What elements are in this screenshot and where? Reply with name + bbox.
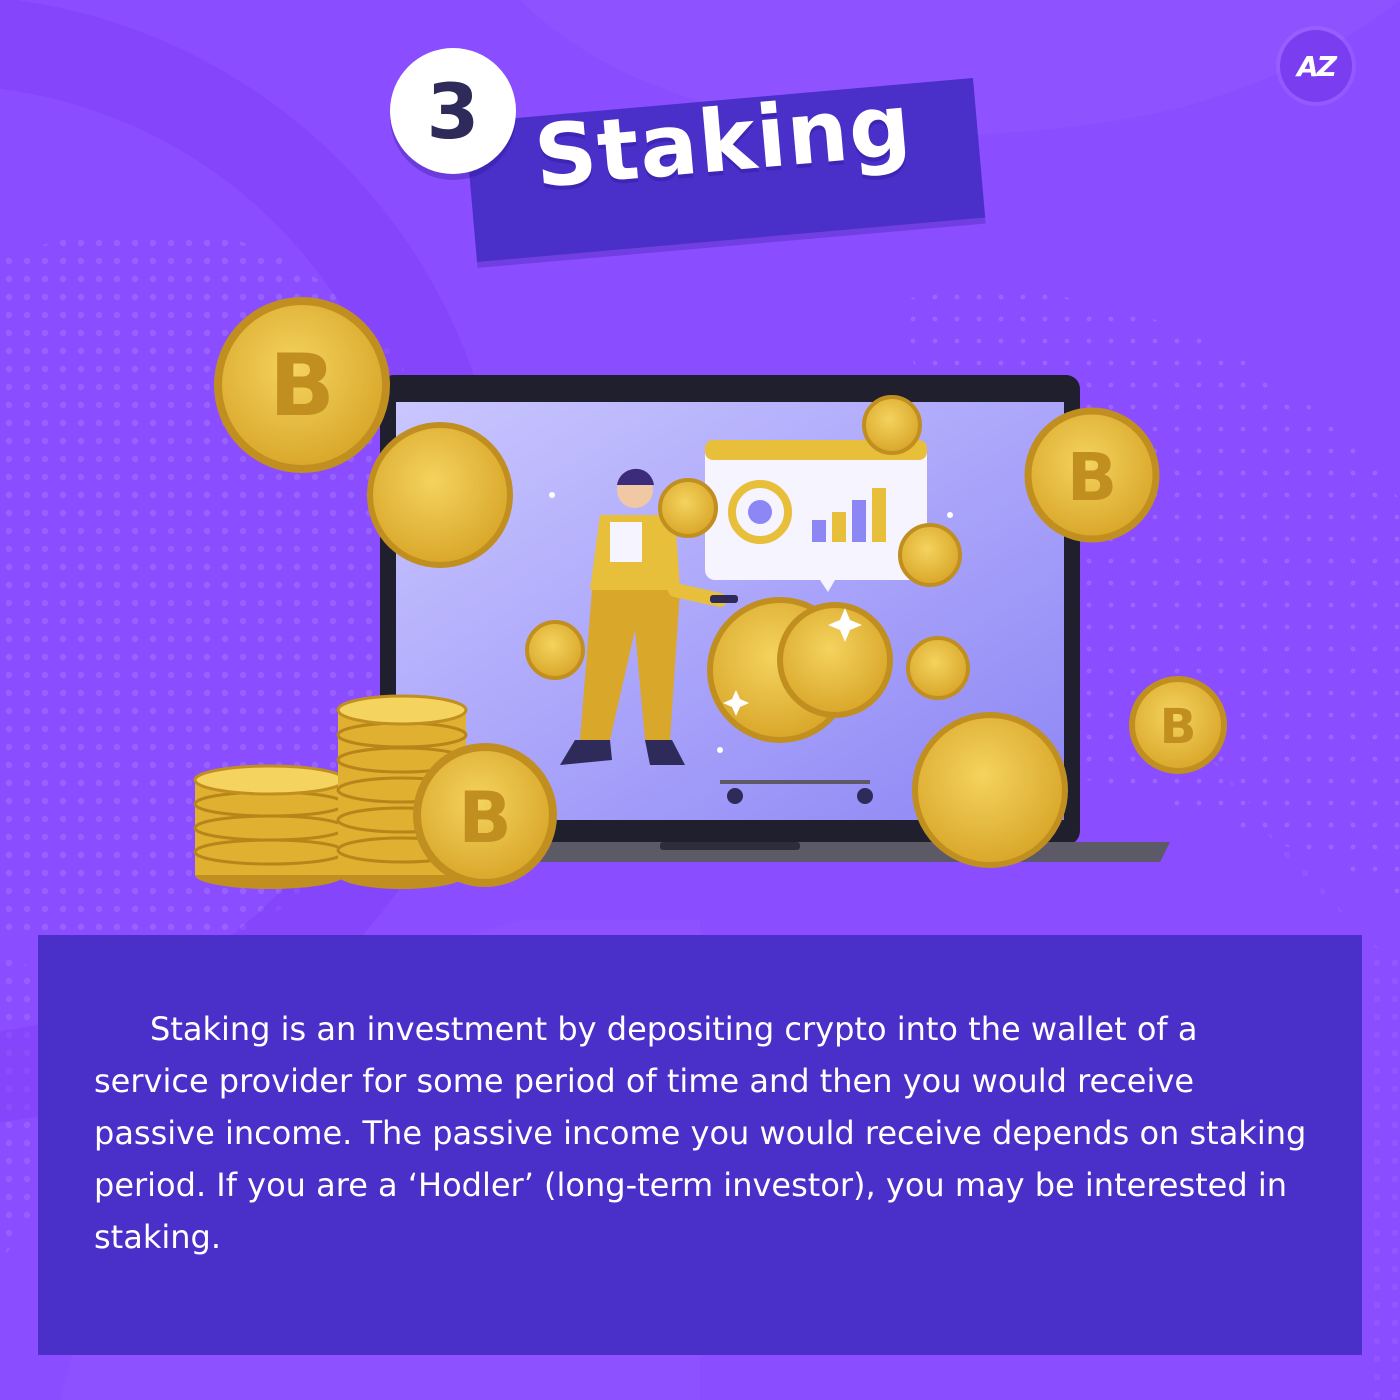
chart-card	[705, 440, 927, 592]
bitcoin-coin-large-left: B	[214, 297, 390, 473]
description-text: Staking is an investment by depositing c…	[94, 1010, 1307, 1256]
coin-symbol: B	[1160, 699, 1197, 755]
coin-symbol: B	[1067, 439, 1117, 516]
step-number: 3	[426, 66, 480, 156]
staking-illustration: B B B B	[193, 297, 1227, 889]
az-logo: AZ	[1280, 30, 1352, 102]
bitcoin-coin-right-small: B	[1129, 676, 1227, 774]
coin-symbol: B	[458, 777, 511, 859]
bitcoin-coin-front: B	[413, 743, 557, 887]
coin-stack-left	[193, 764, 347, 889]
logo-text: AZ	[1297, 49, 1337, 83]
description-panel: Staking is an investment by depositing c…	[38, 935, 1362, 1355]
coin-symbol: B	[269, 336, 335, 436]
step-number-badge: 3	[390, 48, 516, 174]
bitcoin-coin-right-top: B	[1024, 407, 1160, 543]
